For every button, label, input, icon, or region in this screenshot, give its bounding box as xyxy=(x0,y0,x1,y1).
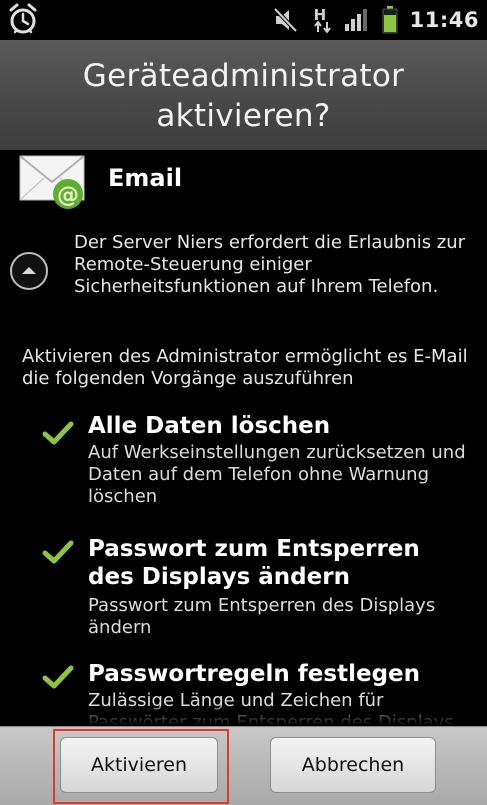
email-app-icon: @ xyxy=(19,155,85,209)
check-icon xyxy=(42,421,74,445)
button-bar: Aktivieren Abbrechen xyxy=(0,726,487,805)
svg-text:@: @ xyxy=(57,183,79,208)
app-name: Email xyxy=(108,164,183,192)
permission-description: Auf Werkseinstellungen zurücksetzen und … xyxy=(88,442,466,507)
permission-title: Alle Daten löschen xyxy=(88,413,331,439)
check-icon xyxy=(42,665,74,689)
dialog-content[interactable]: @ Email Der Server Niers erfordert die E… xyxy=(0,150,487,726)
dialog-title-line-1: Geräteadministrator xyxy=(82,58,405,94)
signal-icon xyxy=(344,9,367,31)
activate-button[interactable]: Aktivieren xyxy=(60,737,218,793)
server-description: Der Server Niers erfordert die Erlaubnis… xyxy=(74,232,466,297)
app-header: @ Email xyxy=(18,150,478,212)
alarm-icon xyxy=(9,3,37,34)
clock: 11:46 xyxy=(409,8,479,32)
chevron-up-icon xyxy=(22,267,36,274)
mute-icon xyxy=(273,7,298,33)
cancel-button[interactable]: Abbrechen xyxy=(270,737,436,793)
battery-icon xyxy=(382,6,398,34)
permission-title: Passwortregeln festlegen xyxy=(88,661,421,687)
status-bar: H 11:46 xyxy=(0,0,487,40)
permission-title: Passwort zum Entsperren des Displays änd… xyxy=(88,536,420,590)
collapse-button[interactable] xyxy=(10,252,48,290)
permission-description: Passwort zum Entsperren des Displays änd… xyxy=(88,595,436,638)
scroll-fade xyxy=(0,706,487,726)
permissions-intro: Aktivieren des Administrator ermöglicht … xyxy=(22,346,468,389)
data-hsdpa-icon: H xyxy=(312,6,332,33)
dialog-title-bar: Geräteadministrator aktivieren? xyxy=(0,40,487,151)
check-icon xyxy=(42,540,74,564)
dialog-title-line-2: aktivieren? xyxy=(156,98,331,134)
